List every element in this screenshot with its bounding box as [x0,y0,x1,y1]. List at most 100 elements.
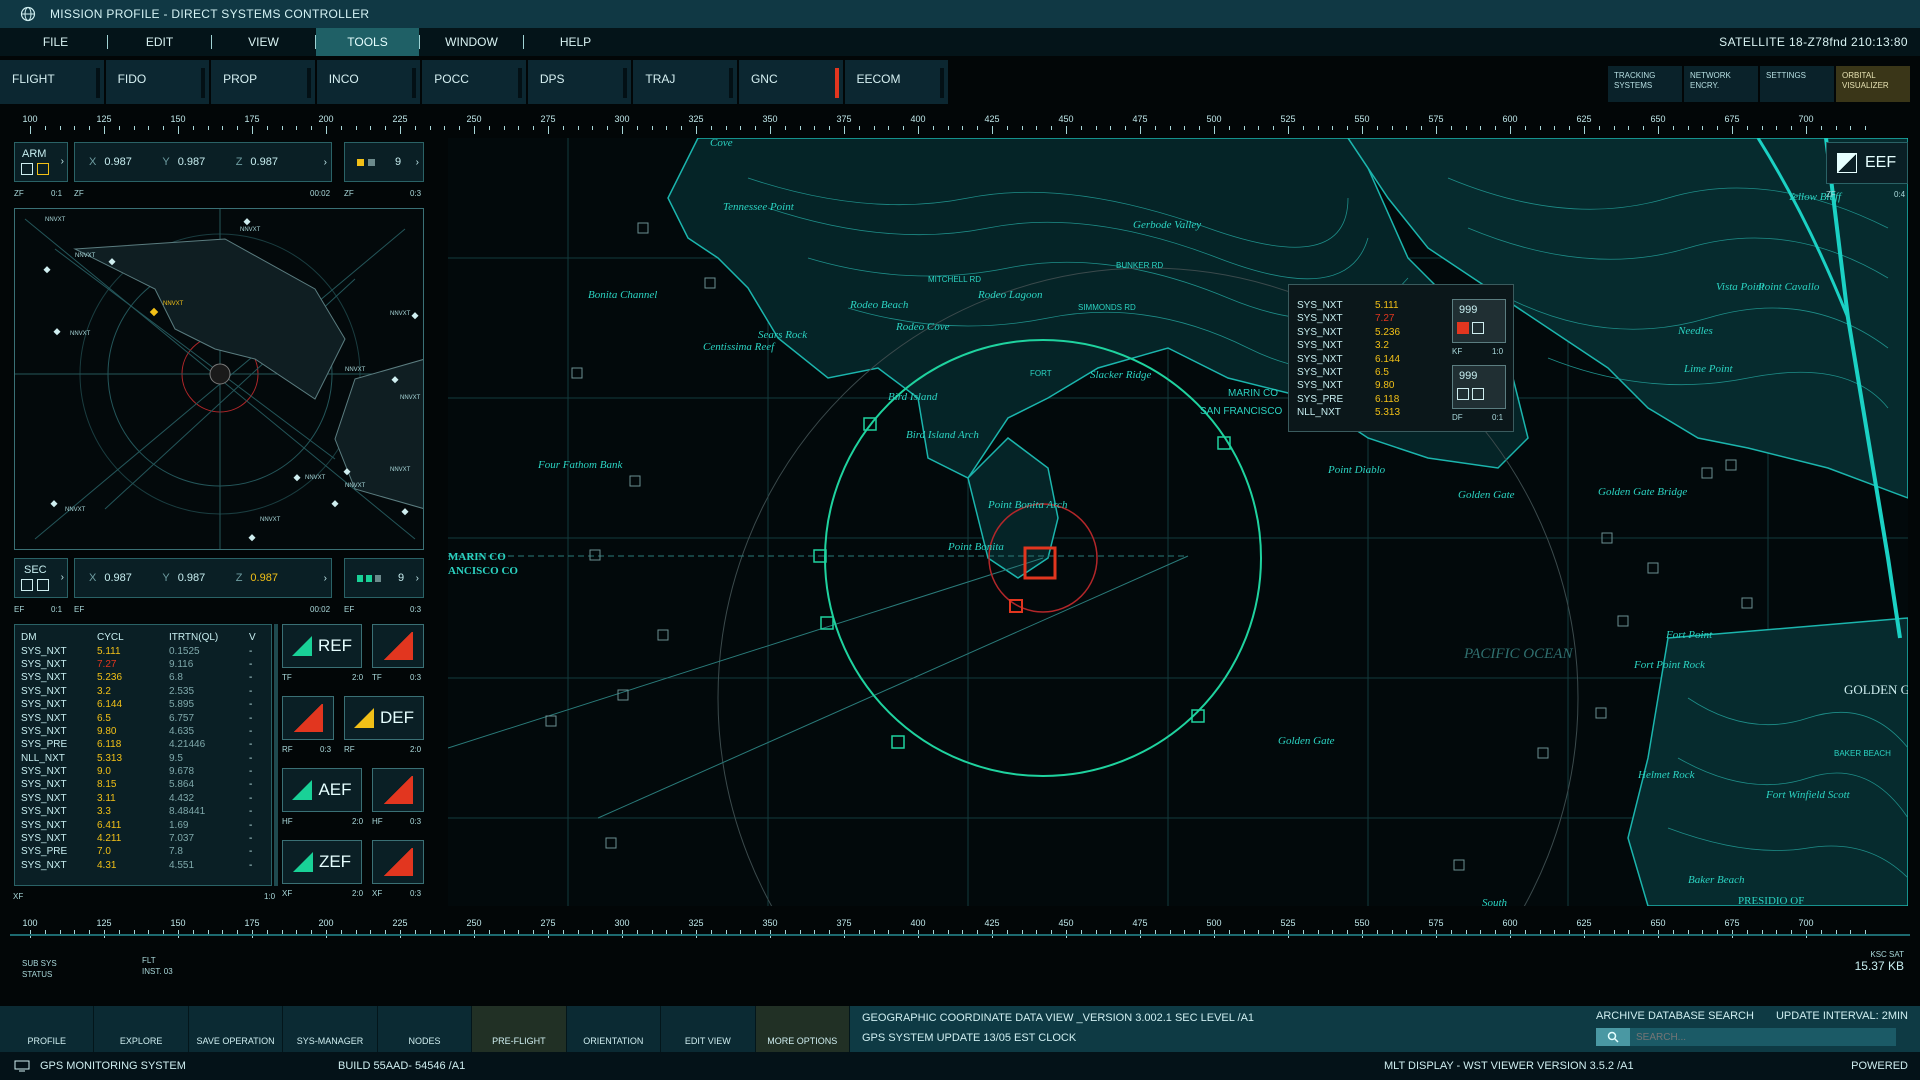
ref-button[interactable]: REF [282,624,362,668]
table-cell: 6.411 [97,819,122,831]
table-row[interactable]: SYS_PRE 7.0 7.8 - [19,845,269,858]
tab-profile[interactable]: PROFILE [0,1006,95,1052]
dept-inco[interactable]: INCO [316,60,421,104]
ruler-tick [148,126,150,130]
dept-gnc[interactable]: GNC [738,60,843,104]
table-row[interactable]: SYS_NXT 5.236 6.8 - [19,671,269,684]
table-row[interactable]: SYS_NXT 9.0 9.678 - [19,765,269,778]
table-row[interactable]: SYS_NXT 4.211 7.037 - [19,832,269,845]
tab-orbital-visualizer[interactable]: ORBITAL VISUALIZER [1836,66,1910,102]
tab-tracking-systems[interactable]: TRACKING SYSTEMS [1608,66,1682,102]
search-input[interactable] [1630,1028,1896,1046]
dept-fido[interactable]: FIDO [105,60,210,104]
arm-count-box[interactable]: 9 › [344,142,424,182]
ruler-label: 650 [1650,918,1666,928]
map-view[interactable]: Tennessee Point Gerbode Valley Bonita Ch… [448,138,1908,906]
menu-edit[interactable]: EDIT [108,28,211,56]
tab-pre-flight[interactable]: PRE-FLIGHT [472,1006,567,1052]
search-icon[interactable] [1596,1028,1630,1046]
ruler-label: 400 [910,918,926,928]
table-row[interactable]: SYS_NXT 6.411 1.69 - [19,818,269,831]
tab-sys-manager[interactable]: SYS-MANAGER [283,1006,378,1052]
menu-file[interactable]: FILE [4,28,107,56]
table-row[interactable]: SYS_NXT 6.5 6.757 - [19,711,269,724]
ruler-tick [1140,126,1141,134]
chevron-right-icon[interactable]: › [324,157,327,168]
status-bar: GPS MONITORING SYSTEM BUILD 55AAD- 54546… [0,1052,1920,1080]
table-row[interactable]: SYS_NXT 4.31 4.551 - [19,859,269,872]
y-label: Y [162,572,170,584]
table-cell: 6.5 [97,712,111,724]
table-row[interactable]: SYS_NXT 9.80 4.635 - [19,725,269,738]
popup-key: NLL_NXT [1297,407,1341,419]
ruler-label: 125 [96,918,112,928]
dept-flight[interactable]: FLIGHT [0,60,104,104]
zef-alert-button[interactable] [372,840,424,884]
dept-traj[interactable]: TRAJ [633,60,737,104]
menu-view[interactable]: VIEW [212,28,315,56]
table-cell: - [249,766,253,778]
aef-button[interactable]: AEF [282,768,362,812]
tab-explore[interactable]: EXPLORE [94,1006,189,1052]
tab-save-operation[interactable]: SAVE OPERATION [188,1006,284,1052]
dept-pocc[interactable]: POCC [422,60,526,104]
sec-panel[interactable]: SEC › [14,558,68,598]
table-cell: - [249,792,253,804]
sec-count-box[interactable]: 9 › [344,558,424,598]
popup-box-1[interactable]: 999 [1452,299,1506,343]
dept-eecom[interactable]: EECOM [844,60,949,104]
tab-orientation[interactable]: ORIENTATION [566,1006,662,1052]
table-cell: 4.211 [97,833,122,845]
def-button[interactable]: DEF [344,696,424,740]
table-cell: - [249,739,253,751]
tab-nodes[interactable]: NODES [377,1006,473,1052]
ruler-tick [607,126,609,130]
menu-help[interactable]: HELP [524,28,627,56]
data-popup[interactable]: SYS_NXT 5.111 SYS_NXT 7.27 SYS_NXT 5.236 SYS_N… [1288,284,1514,432]
tab-edit-view[interactable]: EDIT VIEW [661,1006,756,1052]
table-row[interactable]: SYS_NXT 7.27 9.116 - [19,658,269,671]
road-label: MITCHELL RD [928,275,981,284]
ruler-tick [1702,126,1704,130]
table-row[interactable]: SYS_NXT 3.3 8.48441 - [19,805,269,818]
road-label: SAN FRANCISCO [1200,406,1282,417]
arm-panel[interactable]: ARM › [14,142,68,182]
table-row[interactable]: SYS_NXT 6.144 5.895 - [19,698,269,711]
popup-box-2[interactable]: 999 [1452,365,1506,409]
table-row[interactable]: SYS_NXT 3.2 2.535 - [19,685,269,698]
timeline-bar[interactable] [10,934,1910,936]
map-label: Rodeo Cove [895,321,950,333]
dept-prop[interactable]: PROP [211,60,315,104]
dm-table-panel[interactable]: DM CYCL ITRTN(QL) V SYS_NXT 5.111 0.1525- S… [13,624,272,901]
tab-more-options[interactable]: MORE OPTIONS [755,1006,850,1052]
ruler-tick [237,126,239,130]
radar-panel[interactable]: NNVXT NNVXT NNVXT NNVXT NNVXT NNVXT NNVX… [14,208,424,550]
def-alert-button[interactable] [282,696,334,740]
table-row[interactable]: SYS_NXT 5.111 0.1525 - [19,644,269,657]
ref-alert-button[interactable] [372,624,424,668]
ruler-tick [1214,126,1215,134]
search-box[interactable] [1596,1028,1896,1046]
table-row[interactable]: SYS_NXT 3.11 4.432 - [19,792,269,805]
menu-tools[interactable]: TOOLS [316,28,419,56]
ruler-tick [400,126,401,134]
tab-network-encry[interactable]: NETWORK ENCRY. [1684,66,1758,102]
tab-settings[interactable]: SETTINGS [1760,66,1834,102]
table-row[interactable]: NLL_NXT 5.313 9.5 - [19,752,269,765]
arm-x: 0.987 [104,156,132,168]
arm-sub-f: 0:3 [410,189,422,198]
bottom-tab-bar: PROFILE EXPLORE SAVE OPERATION SYS-MANAG… [0,1006,850,1052]
menu-window[interactable]: WINDOW [420,28,523,56]
ruler-tick [1835,126,1837,130]
ruler-tick [1302,126,1304,130]
chevron-right-icon[interactable]: › [324,573,327,584]
sec-xyz-readout: X 0.987 Y 0.987 Z 0.987 › [74,558,332,598]
eef-button[interactable]: EEF [1826,142,1908,184]
aef-alert-button[interactable] [372,768,424,812]
dm-scrollbar[interactable] [274,624,278,886]
dept-dps[interactable]: DPS [527,60,632,104]
zef-button[interactable]: ZEF [282,840,362,884]
ruler-tick [1332,126,1334,130]
table-row[interactable]: SYS_PRE 6.118 4.21446 - [19,738,269,751]
table-row[interactable]: SYS_NXT 8.15 5.864 - [19,778,269,791]
